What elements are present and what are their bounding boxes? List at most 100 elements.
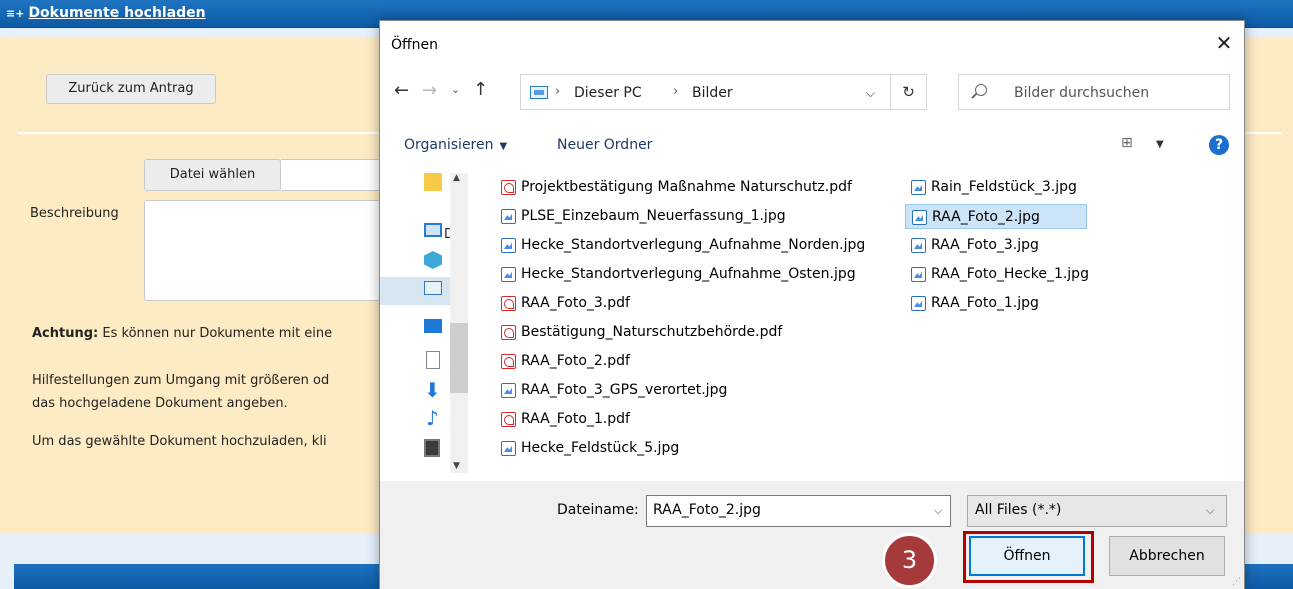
search-box[interactable]: Bilder durchsuchen <box>958 74 1230 110</box>
file-name: PLSE_Einzebaum_Neuerfassung_1.jpg <box>521 208 786 224</box>
search-placeholder: Bilder durchsuchen <box>1014 85 1150 101</box>
breadcrumb-this-pc[interactable]: Dieser PC <box>574 85 642 101</box>
pdf-file-icon <box>501 412 516 427</box>
image-file-icon <box>501 238 516 253</box>
file-name: RAA_Foto_2.jpg <box>932 209 1040 225</box>
scroll-down-icon[interactable]: ▼ <box>453 461 460 471</box>
forward-arrow-icon[interactable]: → <box>422 80 437 101</box>
file-name: Hecke_Standortverlegung_Aufnahme_Norden.… <box>521 237 866 253</box>
filename-dropdown-chevron-icon[interactable]: ⌵ <box>934 504 942 518</box>
help-line-2: das hochgeladene Dokument angeben. <box>32 396 288 411</box>
view-caret-down-icon[interactable]: ▼ <box>1156 139 1164 150</box>
filetype-chevron-icon: ⌵ <box>1206 504 1215 517</box>
back-to-application-button[interactable]: Zurück zum Antrag <box>46 74 216 104</box>
upload-list-icon: ≡+ <box>6 7 25 20</box>
filetype-select[interactable]: All Files (*.*) ⌵ <box>967 495 1227 527</box>
nav-scrollbar-thumb[interactable] <box>450 323 468 393</box>
notice-bold: Achtung: <box>32 326 99 341</box>
notice-rest: Es können nur Dokumente mit eine <box>98 326 333 341</box>
pdf-file-icon <box>501 180 516 195</box>
image-file-icon <box>911 238 926 253</box>
image-file-icon <box>501 209 516 224</box>
image-file-item[interactable]: RAA_Foto_1.jpg <box>905 291 1039 316</box>
image-file-item[interactable]: RAA_Foto_2.jpg <box>905 204 1087 229</box>
resize-grip-icon[interactable]: ⋰ <box>1232 577 1241 587</box>
up-arrow-icon[interactable]: ↑ <box>473 79 488 100</box>
filename-input[interactable]: RAA_Foto_2.jpg ⌵ <box>646 495 951 527</box>
screen: ≡+ Dokumente hochladen Zurück zum Antrag … <box>0 0 1293 589</box>
open-button[interactable]: Öffnen <box>969 536 1085 576</box>
image-file-icon <box>501 383 516 398</box>
image-file-item[interactable]: PLSE_Einzebaum_Neuerfassung_1.jpg <box>495 204 786 229</box>
file-name: Hecke_Feldstück_5.jpg <box>521 440 680 456</box>
file-name: RAA_Foto_Hecke_1.jpg <box>931 266 1089 282</box>
navigation-pane[interactable]: D ⬇ ♪ ▲ ▼ <box>380 169 468 479</box>
pdf-file-item[interactable]: RAA_Foto_1.pdf <box>495 407 630 432</box>
desktop-icon[interactable] <box>424 319 442 333</box>
file-name: Hecke_Standortverlegung_Aufnahme_Osten.j… <box>521 266 856 282</box>
music-icon[interactable]: ♪ <box>426 408 439 428</box>
description-label: Beschreibung <box>30 206 119 221</box>
pdf-file-icon <box>501 296 516 311</box>
caret-down-icon: ▼ <box>499 141 508 152</box>
new-folder-button[interactable]: Neuer Ordner <box>557 137 652 153</box>
view-options-icon[interactable]: ⊞ <box>1121 135 1133 151</box>
organize-menu[interactable]: Organisieren ▼ <box>404 137 507 153</box>
footer-left <box>0 564 14 589</box>
pdf-file-item[interactable]: RAA_Foto_2.pdf <box>495 349 630 374</box>
back-arrow-icon[interactable]: ← <box>394 80 409 101</box>
close-icon[interactable]: ✕ <box>1213 31 1235 55</box>
image-file-item[interactable]: Rain_Feldstück_3.jpg <box>905 175 1077 200</box>
search-icon <box>975 84 987 96</box>
file-name: RAA_Foto_2.pdf <box>521 353 630 369</box>
file-name: Rain_Feldstück_3.jpg <box>931 179 1077 195</box>
downloads-icon[interactable]: ⬇ <box>424 380 441 400</box>
help-icon[interactable]: ? <box>1209 135 1229 155</box>
refresh-icon[interactable]: ↻ <box>891 74 927 110</box>
breadcrumb-separator-icon[interactable]: › <box>673 84 678 99</box>
dialog-title: Öffnen <box>391 37 439 53</box>
page-header-link[interactable]: ≡+ Dokumente hochladen <box>6 5 206 21</box>
file-name: Projektbestätigung Maßnahme Naturschutz.… <box>521 179 852 195</box>
image-file-item[interactable]: Hecke_Feldstück_5.jpg <box>495 436 679 461</box>
pdf-file-item[interactable]: Projektbestätigung Maßnahme Naturschutz.… <box>495 175 852 200</box>
cancel-button[interactable]: Abbrechen <box>1109 536 1225 576</box>
image-file-item[interactable]: Hecke_Standortverlegung_Aufnahme_Osten.j… <box>495 262 856 287</box>
address-dropdown-chevron-icon[interactable]: ⌵ <box>866 86 875 101</box>
breadcrumb-pictures[interactable]: Bilder <box>692 85 733 101</box>
image-file-icon <box>501 441 516 456</box>
open-file-dialog: Öffnen ✕ ← → ⌄ ↑ › Dieser PC › Bilder ⌵ … <box>379 20 1245 589</box>
file-name: RAA_Foto_1.jpg <box>931 295 1039 311</box>
pdf-file-item[interactable]: Bestätigung_Naturschutzbehörde.pdf <box>495 320 782 345</box>
recent-locations-chevron-icon[interactable]: ⌄ <box>451 83 460 96</box>
computer-icon[interactable] <box>424 223 442 237</box>
videos-icon[interactable] <box>424 439 440 457</box>
image-file-icon <box>911 267 926 282</box>
image-file-item[interactable]: RAA_Foto_3.jpg <box>905 233 1039 258</box>
filename-label: Dateiname: <box>557 502 639 518</box>
page-title: Dokumente hochladen <box>28 5 206 21</box>
image-file-icon <box>911 296 926 311</box>
step-number-badge: 3 <box>882 533 937 588</box>
choose-file-button[interactable]: Datei wählen <box>144 159 281 191</box>
image-file-icon <box>912 210 927 225</box>
filename-value: RAA_Foto_2.jpg <box>653 502 761 518</box>
description-textarea[interactable] <box>144 200 394 301</box>
image-file-item[interactable]: Hecke_Standortverlegung_Aufnahme_Norden.… <box>495 233 865 258</box>
pdf-file-item[interactable]: RAA_Foto_3.pdf <box>495 291 630 316</box>
filetype-value: All Files (*.*) <box>975 502 1062 518</box>
documents-icon[interactable] <box>426 351 440 369</box>
image-file-item[interactable]: RAA_Foto_Hecke_1.jpg <box>905 262 1089 287</box>
file-name: RAA_Foto_3.pdf <box>521 295 630 311</box>
notice-text: Achtung: Es können nur Dokumente mit ein… <box>32 326 382 341</box>
folder-icon[interactable] <box>424 173 442 191</box>
help-line-1: Hilfestellungen zum Umgang mit größeren … <box>32 373 330 388</box>
scroll-up-icon[interactable]: ▲ <box>453 173 460 183</box>
address-bar[interactable]: › Dieser PC › Bilder ⌵ <box>520 74 891 110</box>
image-file-item[interactable]: RAA_Foto_3_GPS_verortet.jpg <box>495 378 727 403</box>
file-name: RAA_Foto_1.pdf <box>521 411 630 427</box>
file-list[interactable]: Projektbestätigung Maßnahme Naturschutz.… <box>495 169 1235 479</box>
pictures-icon[interactable] <box>424 281 442 295</box>
3d-objects-icon[interactable] <box>424 251 442 269</box>
breadcrumb-separator-icon[interactable]: › <box>555 84 560 99</box>
